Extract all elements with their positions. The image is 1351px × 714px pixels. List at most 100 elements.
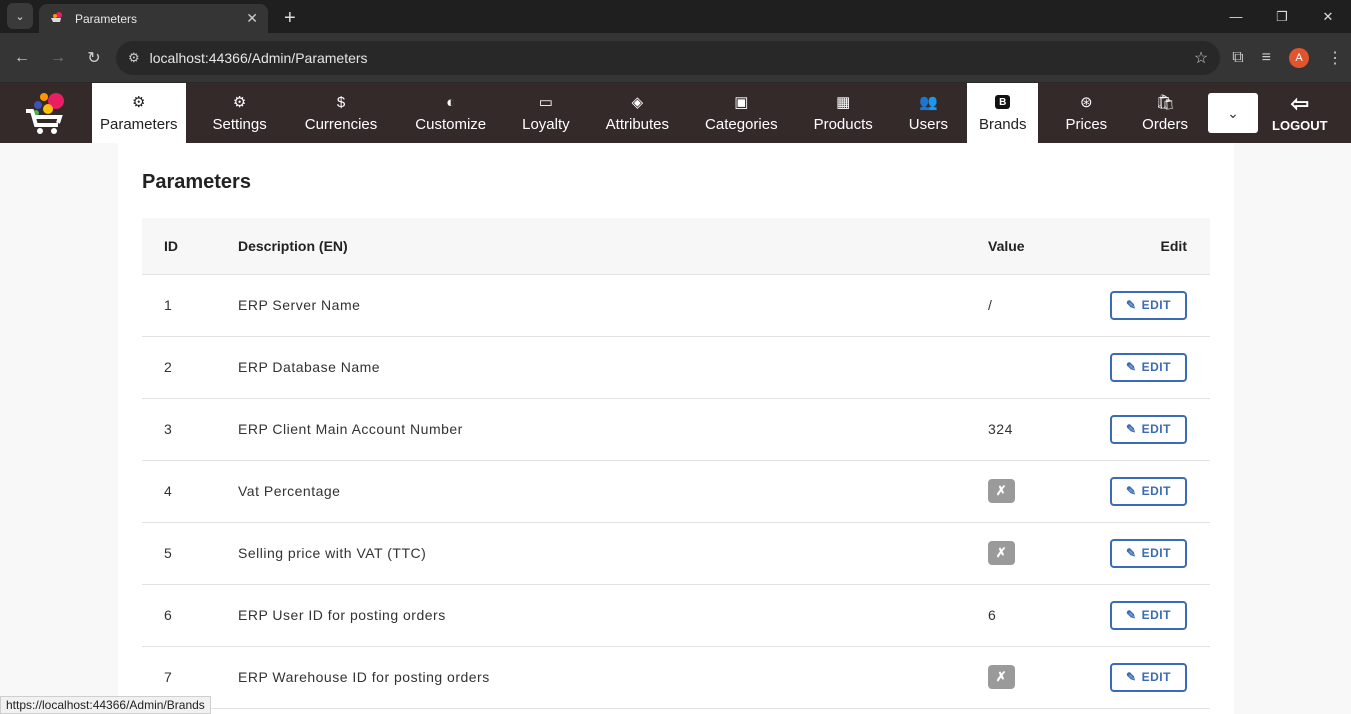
nav-parameters[interactable]: ⚙ Parameters [92, 83, 186, 143]
pencil-square-icon: ✎ [1126, 298, 1137, 312]
row-id: 6 [142, 584, 238, 647]
edit-button[interactable]: ✎ EDIT [1110, 476, 1187, 506]
nav-brands[interactable]: B Brands [966, 83, 1039, 143]
edit-label: EDIT [1141, 670, 1171, 684]
pencil-square-icon: ✎ [1126, 484, 1137, 498]
nav-attributes[interactable]: ◈ Attributes [589, 83, 688, 143]
back-icon[interactable]: ← [8, 44, 36, 72]
diamond-icon: ◈ [631, 94, 644, 111]
close-window-icon[interactable]: ✕ [1305, 0, 1351, 33]
row-description: Selling price with VAT (TTC) [238, 522, 988, 585]
url-field[interactable]: ⚙ localhost:44366/Admin/Parameters ☆ [116, 40, 1221, 75]
table-row: 3 ERP Client Main Account Number 324 ✎ EDIT [142, 398, 1210, 461]
pencil-square-icon: ✎ [1126, 608, 1137, 622]
nav-settings[interactable]: ⚙ Settings [186, 83, 286, 143]
edit-button[interactable]: ✎ EDIT [1110, 290, 1187, 320]
false-badge: ✗ [988, 665, 1015, 689]
media-icon[interactable]: ≡ [1262, 49, 1271, 67]
edit-button[interactable]: ✎ EDIT [1110, 600, 1187, 630]
page-title: Parameters [142, 171, 251, 193]
tab-search-button[interactable]: ⌄ [7, 3, 33, 29]
row-id: 1 [142, 274, 238, 337]
col-description: Description (EN) [238, 218, 988, 275]
row-value-cell: / [988, 274, 1108, 337]
bookmark-star-icon[interactable]: ☆ [1194, 48, 1208, 68]
shop-logo[interactable] [0, 83, 92, 143]
edge-icon: ◐ [446, 93, 456, 111]
card-icon: ▭ [538, 94, 553, 111]
table-row: 4 Vat Percentage ✗ ✎ EDIT [142, 460, 1210, 523]
row-id: 3 [142, 398, 238, 461]
edit-button[interactable]: ✎ EDIT [1110, 662, 1187, 692]
edit-button[interactable]: ✎ EDIT [1110, 414, 1187, 444]
nav-customize[interactable]: ◐ Customize [396, 83, 505, 143]
nav-label: Prices [1065, 116, 1108, 133]
row-description: ERP User ID for posting orders [238, 584, 988, 647]
nav-users[interactable]: 👥 Users [892, 83, 967, 143]
row-id: 2 [142, 336, 238, 399]
url-text[interactable]: localhost:44366/Admin/Parameters [150, 50, 1194, 66]
restore-icon[interactable]: ❐ [1259, 0, 1305, 33]
forward-icon[interactable]: → [44, 44, 72, 72]
minimize-icon[interactable]: — [1213, 0, 1259, 33]
box-icon: ▦ [836, 94, 851, 111]
row-value: 324 [988, 421, 1013, 437]
row-value-cell: 6 [988, 584, 1108, 647]
row-value: 6 [988, 607, 997, 623]
nav-loyalty[interactable]: ▭ Loyalty [505, 83, 589, 143]
nav-label: Currencies [304, 116, 378, 133]
edit-label: EDIT [1141, 484, 1171, 498]
row-edit-cell: ✎ EDIT [1108, 646, 1210, 709]
edit-button[interactable]: ✎ EDIT [1110, 538, 1187, 568]
nav-dropdown-button[interactable]: ⌄ [1208, 93, 1259, 133]
b-letter: B [995, 95, 1011, 109]
new-tab-button[interactable]: + [284, 8, 296, 28]
false-badge: ✗ [988, 479, 1015, 503]
browser-tab-strip: ⌄ Parameters ✕ + — ❐ ✕ [0, 0, 1351, 33]
edit-button[interactable]: ✎ EDIT [1110, 352, 1187, 382]
col-id: ID [142, 218, 238, 275]
edit-label: EDIT [1141, 298, 1171, 312]
row-description: ERP Server Name [238, 274, 988, 337]
profile-avatar[interactable]: A [1289, 47, 1309, 68]
nav-label: Products [813, 116, 873, 133]
nav-label: Brands [978, 116, 1027, 133]
nav-products[interactable]: ▦ Products [797, 83, 892, 143]
tab-title: Parameters [75, 11, 138, 26]
row-value-cell: 324 [988, 398, 1108, 461]
row-edit-cell: ✎ EDIT [1108, 336, 1210, 399]
nav-currencies[interactable]: $ Currencies [286, 83, 397, 143]
col-value: Value [988, 218, 1108, 275]
row-edit-cell: ✎ EDIT [1108, 274, 1210, 337]
edit-label: EDIT [1141, 422, 1171, 436]
row-value-cell: ✗ [988, 646, 1108, 709]
pencil-square-icon: ✎ [1126, 670, 1137, 684]
pencil-square-icon: ✎ [1126, 546, 1137, 560]
false-badge: ✗ [988, 541, 1015, 565]
nav-categories[interactable]: ▣ Categories [688, 83, 797, 143]
close-tab-icon[interactable]: ✕ [246, 10, 258, 27]
edit-label: EDIT [1141, 608, 1171, 622]
edit-label: EDIT [1141, 546, 1171, 560]
coins-icon: $ [336, 93, 346, 111]
extensions-icon[interactable]: ⧉ [1232, 49, 1243, 67]
logout-button[interactable]: ⇦ LOGOUT [1272, 83, 1328, 143]
browser-menu-icon[interactable]: ⋮ [1327, 48, 1343, 68]
parameters-table: ID Description (EN) Value Edit 1 ERP Serv… [142, 218, 1210, 709]
reload-icon[interactable]: ↻ [80, 44, 108, 72]
cart-favicon-icon [49, 11, 65, 27]
site-settings-icon[interactable]: ⚙ [128, 50, 140, 66]
table-row: 1 ERP Server Name / ✎ EDIT [142, 274, 1210, 337]
browser-tab[interactable]: Parameters ✕ [39, 4, 268, 33]
admin-navbar: ⚙ Parameters ⚙ Settings $ Currencies ◐ C… [0, 83, 1351, 143]
nav-prices[interactable]: ⊛ Prices [1038, 83, 1127, 143]
row-edit-cell: ✎ EDIT [1108, 522, 1210, 585]
nav-label: Users [908, 116, 948, 133]
nav-orders[interactable]: 🛍 Orders [1127, 83, 1192, 143]
nav-label: Categories [705, 116, 778, 133]
row-edit-cell: ✎ EDIT [1108, 460, 1210, 523]
row-description: ERP Warehouse ID for posting orders [238, 646, 988, 709]
nav-label: Settings [212, 116, 267, 133]
gear-icon: ⚙ [232, 94, 247, 111]
window-controls: — ❐ ✕ [1213, 0, 1351, 33]
